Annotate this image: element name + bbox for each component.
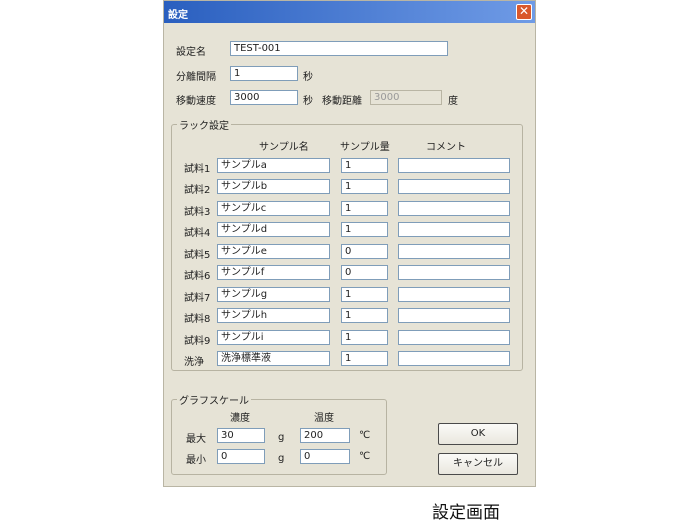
window-title: 設定 [168, 10, 188, 21]
row-label: 試料5 [184, 250, 211, 261]
max-conc-input[interactable]: 30 [217, 428, 265, 443]
flow-input[interactable]: 3000 [230, 90, 298, 105]
scale-col-temp: 温度 [314, 413, 334, 424]
flow-unit: 秒 [303, 96, 313, 107]
sample-name-input[interactable]: サンプルg [217, 287, 330, 302]
sample-comment-input[interactable] [398, 222, 510, 237]
sample-comment-input[interactable] [398, 351, 510, 366]
cancel-button[interactable]: キャンセル [438, 453, 518, 475]
sample-name-input[interactable]: サンプルb [217, 179, 330, 194]
sample-qty-input[interactable]: 0 [341, 244, 388, 259]
range-unit: 度 [448, 96, 458, 107]
range-label: 移動距離 [322, 96, 362, 107]
col-header-name: サンプル名 [259, 142, 309, 153]
sample-qty-input[interactable]: 1 [341, 222, 388, 237]
conc-unit: g [278, 453, 285, 464]
sample-name-input[interactable]: サンプルh [217, 308, 330, 323]
scale-col-conc: 濃度 [230, 413, 250, 424]
col-header-qty: サンプル量 [340, 142, 390, 153]
name-label: 設定名 [176, 47, 206, 58]
sample-comment-input[interactable] [398, 330, 510, 345]
sample-qty-input[interactable]: 1 [341, 351, 388, 366]
sample-qty-input[interactable]: 1 [341, 179, 388, 194]
sample-name-input[interactable]: サンプルf [217, 265, 330, 280]
sample-qty-input[interactable]: 1 [341, 287, 388, 302]
row-label: 試料3 [184, 207, 211, 218]
figure-caption: 設定画面 [432, 503, 500, 523]
min-label: 最小 [186, 455, 206, 466]
row-label: 試料1 [184, 164, 211, 175]
col-header-comment: コメント [426, 142, 466, 153]
sample-qty-input[interactable]: 1 [341, 158, 388, 173]
range-input: 3000 [370, 90, 442, 105]
sample-comment-input[interactable] [398, 287, 510, 302]
sample-name-input[interactable]: 洗浄標準液 [217, 351, 330, 366]
flow-label: 移動速度 [176, 96, 216, 107]
sample-comment-input[interactable] [398, 265, 510, 280]
sample-comment-input[interactable] [398, 201, 510, 216]
close-button[interactable]: ✕ [516, 4, 532, 20]
wait-input[interactable]: 1 [230, 66, 298, 81]
sample-name-input[interactable]: サンプルd [217, 222, 330, 237]
row-label: 試料6 [184, 271, 211, 282]
conc-unit: g [278, 432, 285, 443]
sample-qty-input[interactable]: 0 [341, 265, 388, 280]
max-temp-input[interactable]: 200 [300, 428, 350, 443]
sample-qty-input[interactable]: 1 [341, 308, 388, 323]
temp-unit: ℃ [359, 451, 371, 462]
row-label: 洗浄 [184, 357, 204, 368]
title-bar[interactable]: 設定 ✕ [164, 1, 535, 23]
settings-dialog: 設定 ✕ 設定名 TEST-001 分離間隔 1 秒 移動速度 3000 秒 移… [163, 0, 536, 487]
sample-comment-input[interactable] [398, 244, 510, 259]
sample-comment-input[interactable] [398, 158, 510, 173]
sample-qty-input[interactable]: 1 [341, 201, 388, 216]
wait-label: 分離間隔 [176, 72, 216, 83]
wait-unit: 秒 [303, 72, 313, 83]
sample-name-input[interactable]: サンプルe [217, 244, 330, 259]
name-input[interactable]: TEST-001 [230, 41, 448, 56]
temp-unit: ℃ [359, 430, 371, 441]
min-conc-input[interactable]: 0 [217, 449, 265, 464]
rack-legend: ラック設定 [177, 117, 231, 132]
sample-qty-input[interactable]: 1 [341, 330, 388, 345]
sample-name-input[interactable]: サンプルi [217, 330, 330, 345]
row-label: 試料2 [184, 185, 211, 196]
sample-name-input[interactable]: サンプルc [217, 201, 330, 216]
ok-button[interactable]: OK [438, 423, 518, 445]
sample-name-input[interactable]: サンプルa [217, 158, 330, 173]
row-label: 試料9 [184, 336, 211, 347]
min-temp-input[interactable]: 0 [300, 449, 350, 464]
sample-comment-input[interactable] [398, 179, 510, 194]
row-label: 試料4 [184, 228, 211, 239]
scale-legend: グラフスケール [177, 392, 251, 407]
sample-comment-input[interactable] [398, 308, 510, 323]
max-label: 最大 [186, 434, 206, 445]
row-label: 試料7 [184, 293, 211, 304]
row-label: 試料8 [184, 314, 211, 325]
